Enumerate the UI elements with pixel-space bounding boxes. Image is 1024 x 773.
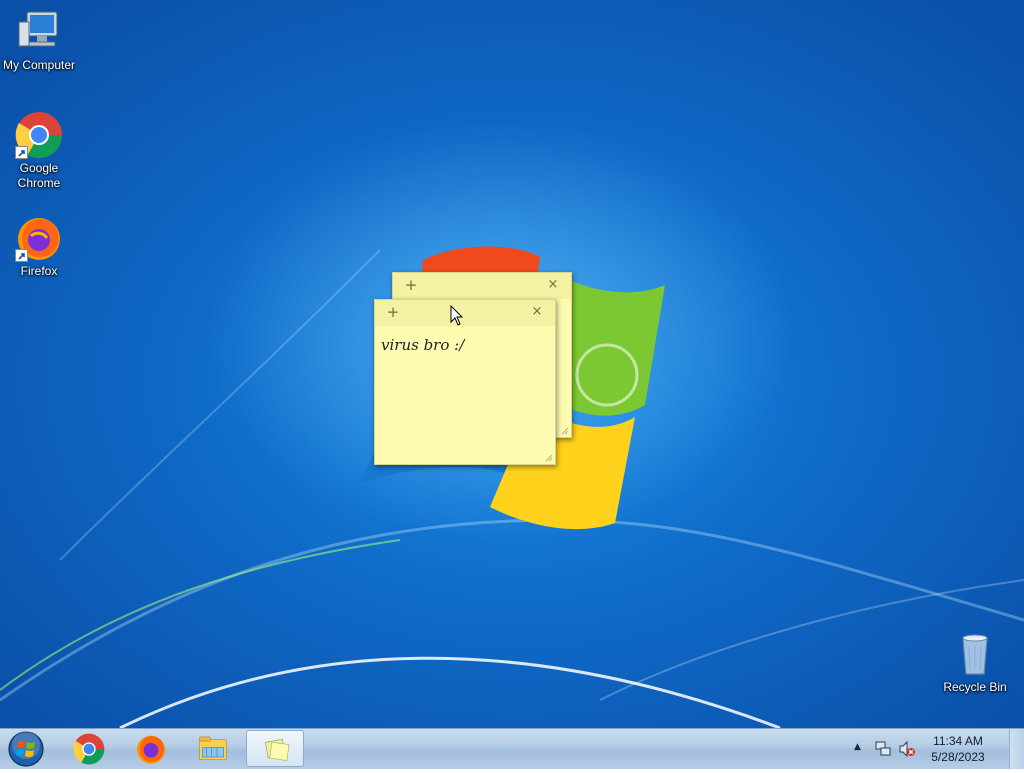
taskbar-firefox-button[interactable] bbox=[122, 730, 180, 767]
windows-orb-icon bbox=[8, 731, 44, 767]
shortcut-arrow-icon bbox=[15, 146, 28, 159]
taskbar-chrome-button[interactable] bbox=[60, 730, 118, 767]
sticky-note-front[interactable]: + × virus bro :/ bbox=[374, 299, 556, 465]
clock[interactable]: 11:34 AM 5/28/2023 bbox=[920, 733, 996, 765]
shortcut-arrow-icon bbox=[15, 249, 28, 262]
firefox-icon bbox=[137, 735, 165, 764]
close-note-button[interactable]: × bbox=[545, 277, 561, 293]
volume-muted-icon[interactable] bbox=[898, 740, 916, 758]
mouse-cursor-icon bbox=[450, 305, 464, 326]
desktop-icon-label: My Computer bbox=[2, 58, 76, 72]
new-note-button[interactable]: + bbox=[403, 277, 419, 293]
file-explorer-icon bbox=[199, 736, 227, 760]
sticky-notes-icon bbox=[265, 738, 290, 761]
resize-grip-icon[interactable] bbox=[561, 427, 569, 435]
system-tray: ▲ 11:34 AM 5/28/2023 bbox=[854, 729, 1024, 769]
clock-time: 11:34 AM bbox=[933, 734, 983, 748]
taskbar: ▲ 11:34 AM 5/28/2023 bbox=[0, 728, 1024, 769]
chrome-icon bbox=[15, 111, 63, 159]
new-note-button[interactable]: + bbox=[385, 304, 401, 320]
desktop-icon-label: Firefox bbox=[20, 264, 58, 278]
desktop-icon-label: Recycle Bin bbox=[943, 680, 1007, 694]
desktop-icon-google-chrome[interactable]: Google Chrome bbox=[1, 111, 77, 191]
show-hidden-icons-button[interactable]: ▲ bbox=[854, 742, 866, 754]
start-button[interactable] bbox=[4, 729, 48, 769]
desktop[interactable]: My Computer Google Chrome Firefox Recycl… bbox=[0, 0, 1024, 728]
network-icon[interactable] bbox=[874, 740, 892, 758]
sticky-note-text[interactable]: virus bro :/ bbox=[375, 326, 555, 364]
desktop-icon-firefox[interactable]: Firefox bbox=[1, 214, 77, 279]
firefox-icon bbox=[15, 214, 63, 262]
desktop-icon-recycle-bin[interactable]: Recycle Bin bbox=[937, 630, 1013, 695]
taskbar-sticky-notes-button[interactable] bbox=[246, 730, 304, 767]
recycle-bin-icon bbox=[951, 630, 999, 678]
close-note-button[interactable]: × bbox=[529, 304, 545, 320]
sticky-note-titlebar[interactable]: + × bbox=[393, 273, 571, 299]
resize-grip-icon[interactable] bbox=[545, 454, 553, 462]
sticky-note-titlebar[interactable]: + × bbox=[375, 300, 555, 326]
show-desktop-button[interactable] bbox=[1009, 729, 1024, 769]
chrome-icon bbox=[73, 733, 105, 765]
desktop-icon-label-line2: Chrome bbox=[17, 176, 61, 190]
desktop-icon-label-line1: Google bbox=[19, 161, 59, 175]
taskbar-explorer-button[interactable] bbox=[184, 730, 242, 767]
desktop-icon-my-computer[interactable]: My Computer bbox=[1, 8, 77, 73]
computer-icon bbox=[15, 8, 63, 56]
clock-date: 5/28/2023 bbox=[931, 750, 985, 764]
